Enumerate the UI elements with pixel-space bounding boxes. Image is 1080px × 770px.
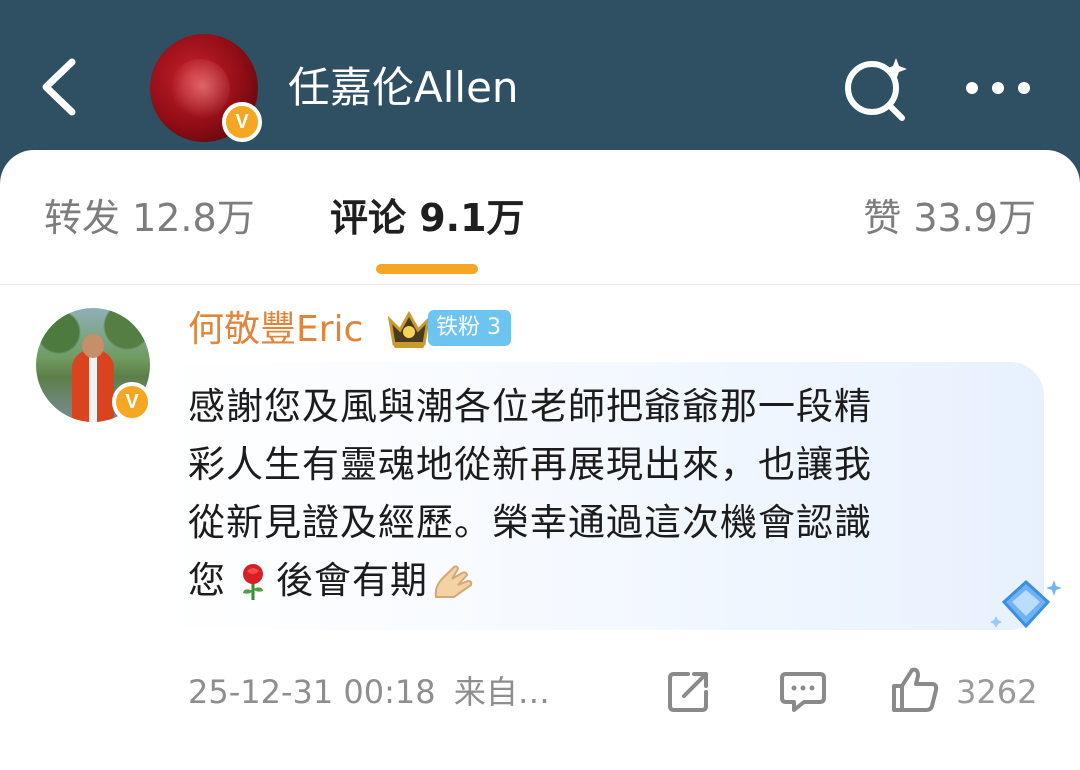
tabs-divider (0, 284, 1080, 285)
back-icon (42, 58, 76, 116)
comment-last-line-end: 後會有期 (276, 559, 428, 602)
comment-text: 感謝您及風與潮各位老師把爺爺那一段精 彩人生有靈魂地從新再展現出來，也讓我 從新… (188, 378, 1008, 610)
fan-level-badge: 铁粉 3 (428, 310, 511, 346)
tab-comments[interactable]: 评论 9.1万 (330, 190, 525, 246)
comment-meta: 25-12-31 00:18 来自… (188, 670, 550, 714)
comment-verified-mark: V (125, 391, 139, 413)
comment-line: 彩人生有靈魂地從新再展現出來，也讓我 (188, 443, 872, 486)
comment-icon (780, 672, 826, 712)
share-button[interactable] (666, 668, 712, 714)
verified-badge: V (222, 102, 262, 142)
rose-emoji (243, 564, 263, 600)
more-button[interactable] (960, 70, 1036, 106)
comment-last-line: 您 後會有期 (188, 552, 1008, 610)
avatar-photo (170, 59, 230, 119)
comment-author-name[interactable]: 何敬豐Eric (188, 306, 363, 354)
avatar-head (82, 334, 104, 358)
search-icon (845, 58, 907, 121)
comment-source[interactable]: 来自… (454, 673, 550, 711)
share-icon (668, 672, 708, 712)
like-count: 3262 (956, 673, 1038, 711)
like-button[interactable] (890, 664, 940, 714)
tab-reposts[interactable]: 转发 12.8万 (44, 190, 255, 246)
comment-last-line-start: 您 (188, 559, 226, 602)
more-icon (966, 82, 1030, 94)
comment-verified-badge: V (112, 382, 152, 422)
comment-line: 感謝您及風與潮各位老師把爺爺那一段精 (188, 385, 872, 428)
like-icon (892, 667, 939, 712)
verified-mark: V (235, 111, 249, 133)
reply-button[interactable] (780, 668, 826, 714)
comment-timestamp: 25-12-31 00:18 (188, 673, 436, 711)
top-bar: V 任嘉伦Allen (0, 0, 1080, 170)
avatar-body (72, 350, 114, 422)
back-button[interactable] (36, 56, 88, 118)
tab-likes[interactable]: 赞 33.9万 (863, 190, 1036, 246)
comment-line: 從新見證及經歷。榮幸通過這次機會認識 (188, 501, 872, 544)
crown-icon (387, 310, 431, 348)
diamond-icon (990, 579, 1062, 629)
pray-hands-emoji (434, 565, 473, 598)
page-title[interactable]: 任嘉伦Allen (288, 60, 519, 116)
search-button[interactable] (840, 54, 912, 126)
active-tab-indicator (376, 264, 478, 274)
